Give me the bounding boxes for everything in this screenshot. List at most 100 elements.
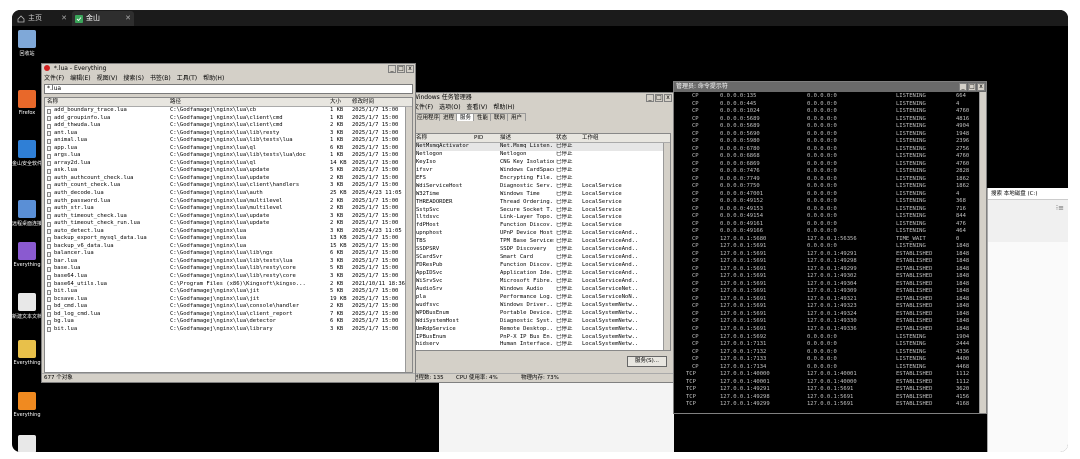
table-row[interactable]: AppIDSvc Application Ide.. 已停止 LocalService… [414, 270, 670, 278]
table-row[interactable]: WdiServiceHost Diagnostic Serv.. 已停止 LocalS… [414, 183, 670, 191]
table-row[interactable]: bg.lua C:\Godfamagej\nginx\lua\detector 6 … [45, 318, 412, 326]
menu-item[interactable]: 查看(V) [467, 104, 488, 111]
table-row[interactable]: animal.lua C:\Godfamagej\nginx\lua\lib\te… [45, 137, 412, 145]
view-options-icon[interactable]: ⁝≡ [1056, 204, 1064, 212]
table-row[interactable]: UmRdpService Remote Desktop.. 已停止 LocalSyst… [414, 326, 670, 334]
tab-home[interactable]: 主页 ✕ [14, 11, 70, 26]
explorer-search-box[interactable]: 搜索 本地磁盘 (C:) [988, 188, 1068, 200]
table-row[interactable]: add_boundary_trace.lua C:\Godfamagej\ngin… [45, 107, 412, 115]
column-header[interactable]: PID [474, 134, 483, 143]
table-row[interactable]: WdiSystemHost Diagnostic Syst.. 已停止 LocalSy… [414, 318, 670, 326]
table-row[interactable]: add_thwuda.lua C:\Godfamagej\nginx\lua\cl… [45, 122, 412, 130]
tab-kingsoft[interactable]: 金山 ✕ [72, 11, 134, 26]
everything-search-input[interactable]: *.lua [44, 84, 413, 94]
close-icon[interactable]: ✕ [125, 11, 131, 26]
close-button[interactable]: x [406, 65, 414, 73]
desktop-icon[interactable]: 新建文本文档 [12, 293, 42, 320]
cmd-scrollbar[interactable] [979, 92, 986, 413]
tab-5[interactable]: 用户 [507, 113, 527, 121]
table-row[interactable]: NetMsmqActivator Net.Msmq Listen.. 已停止 [414, 143, 670, 151]
table-row[interactable]: IPBusEnum PnP-X IP Bus En.. 已停止 LocalSystem… [414, 334, 670, 342]
table-row[interactable]: SCardSvr Smart Card 已停止 LocalServiceAnd.. [414, 254, 670, 262]
table-row[interactable]: auto_detect.lua C:\Godfamagej\nginx\lua 3 … [45, 228, 412, 236]
table-row[interactable]: ant.lua C:\Godfamagej\nginx\lua\lib\resty… [45, 130, 412, 138]
maximize-button[interactable]: □ [655, 94, 663, 102]
column-header[interactable]: 大小 [330, 98, 341, 107]
menu-item[interactable]: 编辑(E) [70, 75, 90, 82]
desktop-icon[interactable]: 金山安全软件 [12, 140, 42, 167]
table-row[interactable]: lltdsvc Link-Layer Topo.. 已停止 LocalService [414, 214, 670, 222]
table-row[interactable]: array2d.lua C:\Godfamagej\nginx\lua\ql 14 … [45, 160, 412, 168]
everything-titlebar[interactable]: *.lua - Everything _ □ x [42, 64, 415, 74]
table-row[interactable]: base64.lua C:\Godfamagej\nginx\lua\lib\re… [45, 273, 412, 281]
table-row[interactable]: fdPHost Function Discov.. 已停止 LocalService [414, 222, 670, 230]
table-row[interactable]: upnphost UPnP Device Host 已停止 LocalServiceA… [414, 230, 670, 238]
table-row[interactable]: ask.lua C:\Godfamagej\nginx\lua\update 5 K… [45, 167, 412, 175]
close-button[interactable]: x [664, 94, 672, 102]
minimize-button[interactable]: _ [646, 94, 654, 102]
table-row[interactable]: AudioSrv Windows Audio 已停止 LocalServiceNet.… [414, 286, 670, 294]
table-row[interactable]: bit.lua C:\Godfamagej\nginx\lua\library 3 … [45, 326, 412, 334]
table-row[interactable]: wudfsvc Windows Driver.. 已停止 LocalSystemNet… [414, 302, 670, 310]
table-row[interactable]: bit.lua C:\Godfamagej\nginx\lua\jit 5 KB 20… [45, 288, 412, 296]
menu-item[interactable]: 书签(B) [150, 75, 171, 82]
table-row[interactable]: app.lua C:\Godfamagej\nginx\lua\ql 6 KB 202… [45, 145, 412, 153]
table-row[interactable]: Netlogon Netlogon 已停止 [414, 151, 670, 159]
table-row[interactable]: base64_utils.lua C:\Program Files (x86)\K… [45, 281, 412, 289]
desktop-icon[interactable]: Everything [12, 242, 42, 268]
menu-item[interactable]: 工具(T) [177, 75, 197, 82]
column-header[interactable]: 路径 [170, 98, 181, 107]
menu-item[interactable]: 文件(F) [413, 104, 433, 111]
cmd-titlebar[interactable]: 管理员: 命令提示符 _ □ x [674, 82, 986, 92]
table-row[interactable]: W32Time Windows Time 已停止 LocalService [414, 191, 670, 199]
minimize-button[interactable]: _ [959, 83, 967, 91]
table-row[interactable]: auth_count_check.lua C:\Godfamagej\nginx\… [45, 182, 412, 190]
maximize-button[interactable]: □ [397, 65, 405, 73]
table-row[interactable]: backup_v6_data.lua C:\Godfamagej\nginx\lu… [45, 243, 412, 251]
column-header[interactable]: 描述 [500, 134, 511, 143]
table-row[interactable]: add_groupinfo.lua C:\Godfamagej\nginx\lua… [45, 115, 412, 123]
menu-item[interactable]: 选项(O) [439, 104, 460, 111]
table-row[interactable]: hidserv Human Interface.. 已停止 LocalSystemNe… [414, 341, 670, 349]
results-scrollbar[interactable] [405, 107, 412, 372]
close-button[interactable]: x [977, 83, 985, 91]
table-row[interactable]: WPDBusEnum Portable Device.. 已停止 LocalSyste… [414, 310, 670, 318]
table-row[interactable]: EFS Encrypting File.. 已停止 [414, 175, 670, 183]
task-manager-titlebar[interactable]: Windows 任务管理器 _ □ x [411, 93, 673, 103]
table-row[interactable]: auth_password.lua C:\Godfamagej\nginx\lua… [45, 198, 412, 206]
table-row[interactable]: SstpSvc Secure Socket T.. 已停止 LocalService [414, 207, 670, 215]
table-row[interactable]: pla Performance Log.. 已停止 LocalServiceNoN.. [414, 294, 670, 302]
desktop-icon[interactable]: 回收站 [12, 30, 42, 57]
column-header[interactable]: 名称 [47, 98, 58, 107]
table-row[interactable]: KeyIso CNG Key Isolation 已停止 [414, 159, 670, 167]
desktop-icon[interactable] [12, 435, 42, 452]
menu-item[interactable]: 帮助(H) [493, 104, 514, 111]
table-row[interactable]: balancer.lua C:\Godfamagej\nginx\lua\lib\… [45, 250, 412, 258]
table-row[interactable]: args.lua C:\Godfamagej\nginx\lua\lib\test… [45, 152, 412, 160]
column-header[interactable]: 名称 [416, 134, 427, 143]
minimize-button[interactable]: _ [388, 65, 396, 73]
table-row[interactable]: TBS TPM Base Services 已停止 LocalServiceAnd.. [414, 238, 670, 246]
table-row[interactable]: THREADORDER Thread Ordering.. 已停止 LocalServ… [414, 199, 670, 207]
menu-item[interactable]: 文件(F) [44, 75, 64, 82]
services-button[interactable]: 服务(S)... [627, 356, 667, 367]
menu-item[interactable]: 帮助(H) [203, 75, 224, 82]
menu-item[interactable]: 搜索(S) [123, 75, 144, 82]
table-row[interactable]: bd_cmd.lua C:\Godfamagej\nginx\lua\consol… [45, 303, 412, 311]
table-row[interactable]: auth_str.lua C:\Godfamagej\nginx\lua\mult… [45, 205, 412, 213]
table-row[interactable]: auth_decode.lua C:\Godfamagej\nginx\lua\a… [45, 190, 412, 198]
desktop-icon[interactable]: Everything [12, 392, 42, 418]
close-icon[interactable]: ✕ [61, 11, 67, 26]
maximize-button[interactable]: □ [968, 83, 976, 91]
table-row[interactable]: ifsvr Windows CardSpace 已停止 [414, 167, 670, 175]
table-row[interactable]: bar.lua C:\Godfamagej\nginx\lua\lib\tests… [45, 258, 412, 266]
table-row[interactable]: WiSrvSvc Microsoft Fibre.. 已停止 LocalService… [414, 278, 670, 286]
services-scrollbar[interactable] [663, 143, 670, 350]
desktop-icon[interactable]: Firefox [12, 90, 42, 116]
column-header[interactable]: 工作组 [582, 134, 599, 143]
table-row[interactable]: base.lua C:\Godfamagej\nginx\lua\lib\rest… [45, 265, 412, 273]
desktop-icon[interactable]: Everything [12, 340, 42, 366]
table-row[interactable]: bd_log_cmd.lua C:\Godfamagej\nginx\lua\cl… [45, 311, 412, 319]
column-header[interactable]: 状态 [556, 134, 567, 143]
table-row[interactable]: FDResPub Function Discov.. 已停止 LocalService… [414, 262, 670, 270]
